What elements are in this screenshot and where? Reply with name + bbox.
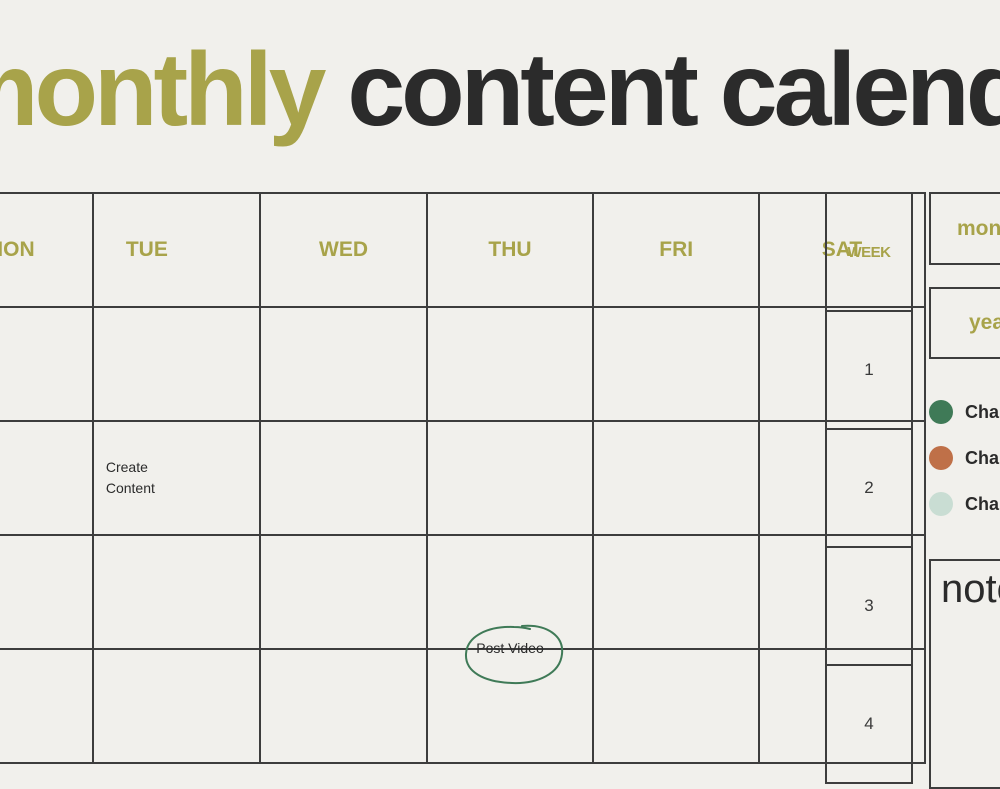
- legend-item: Channel 3: [929, 492, 1000, 516]
- legend-dot-icon: [929, 492, 953, 516]
- calendar-cell[interactable]: [0, 420, 95, 536]
- notes-box[interactable]: notes: [929, 559, 1000, 789]
- hand-drawn-circle-icon: [465, 624, 564, 685]
- legend-label: Channel 3: [965, 493, 1000, 514]
- day-header-wed: WED: [259, 192, 428, 308]
- calendar-cell[interactable]: [92, 306, 262, 422]
- legend-item: Channel 1: [929, 400, 1000, 424]
- week-header: WEEK: [825, 192, 913, 312]
- calendar-cell[interactable]: [259, 534, 428, 650]
- calendar-cell[interactable]: [592, 306, 760, 422]
- cell-note-post-video: Post Video: [465, 624, 564, 685]
- week-number: 2: [825, 428, 913, 548]
- week-column: WEEK 1 2 3 4: [825, 192, 913, 784]
- channel-legend: Channel 1 Channel 2 Channel 3: [929, 400, 1000, 538]
- month-label: month: [957, 216, 1000, 240]
- day-header-tue: TUE: [92, 192, 262, 308]
- page-title: monthly content calendar: [0, 38, 1000, 142]
- calendar-header-row: MON TUE WED THU FRI SAT: [0, 192, 926, 308]
- week-number: 4: [825, 664, 913, 784]
- calendar-cell[interactable]: [592, 420, 760, 536]
- calendar-week-row: [0, 306, 926, 422]
- calendar-cell[interactable]: [425, 420, 595, 536]
- notes-label: notes: [941, 567, 1000, 611]
- calendar-cell[interactable]: [0, 648, 95, 764]
- calendar-cell[interactable]: [425, 306, 595, 422]
- legend-dot-icon: [929, 446, 953, 470]
- calendar-cell[interactable]: [259, 306, 428, 422]
- calendar-cell[interactable]: [92, 534, 262, 650]
- calendar-cell[interactable]: Create Content: [92, 420, 262, 536]
- cell-note-create-content: Create Content: [105, 459, 155, 496]
- calendar-week-row: Create Content: [0, 420, 926, 536]
- year-label: year: [969, 311, 1000, 334]
- week-number: 1: [825, 310, 913, 430]
- day-header-thu: THU: [425, 192, 595, 308]
- calendar-cell[interactable]: [0, 534, 95, 650]
- legend-item: Channel 2: [929, 446, 1000, 470]
- calendar-week-row: Post Video: [0, 624, 926, 764]
- day-header-fri: FRI: [592, 192, 760, 308]
- calendar-cell[interactable]: [0, 306, 95, 422]
- title-accent: monthly: [0, 32, 326, 148]
- calendar-cell[interactable]: [92, 648, 262, 764]
- week-number: 3: [825, 546, 913, 666]
- month-field[interactable]: month: [929, 192, 1000, 265]
- day-header-tue-label: TUE: [125, 238, 168, 261]
- calendar-cell[interactable]: [259, 648, 428, 764]
- legend-dot-icon: [929, 400, 953, 424]
- legend-label: Channel 2: [965, 447, 1000, 468]
- calendar-cell[interactable]: Post Video: [425, 624, 595, 764]
- title-main: content calendar: [347, 32, 1000, 148]
- calendar-grid: MON TUE WED THU FRI SAT Create Content: [0, 192, 926, 764]
- calendar-cell[interactable]: [259, 420, 428, 536]
- day-header-mon: MON: [0, 192, 95, 308]
- calendar-cell[interactable]: [592, 648, 760, 764]
- legend-label: Channel 1: [965, 401, 1000, 422]
- year-field[interactable]: year: [929, 287, 1000, 359]
- calendar-cell[interactable]: [592, 534, 760, 650]
